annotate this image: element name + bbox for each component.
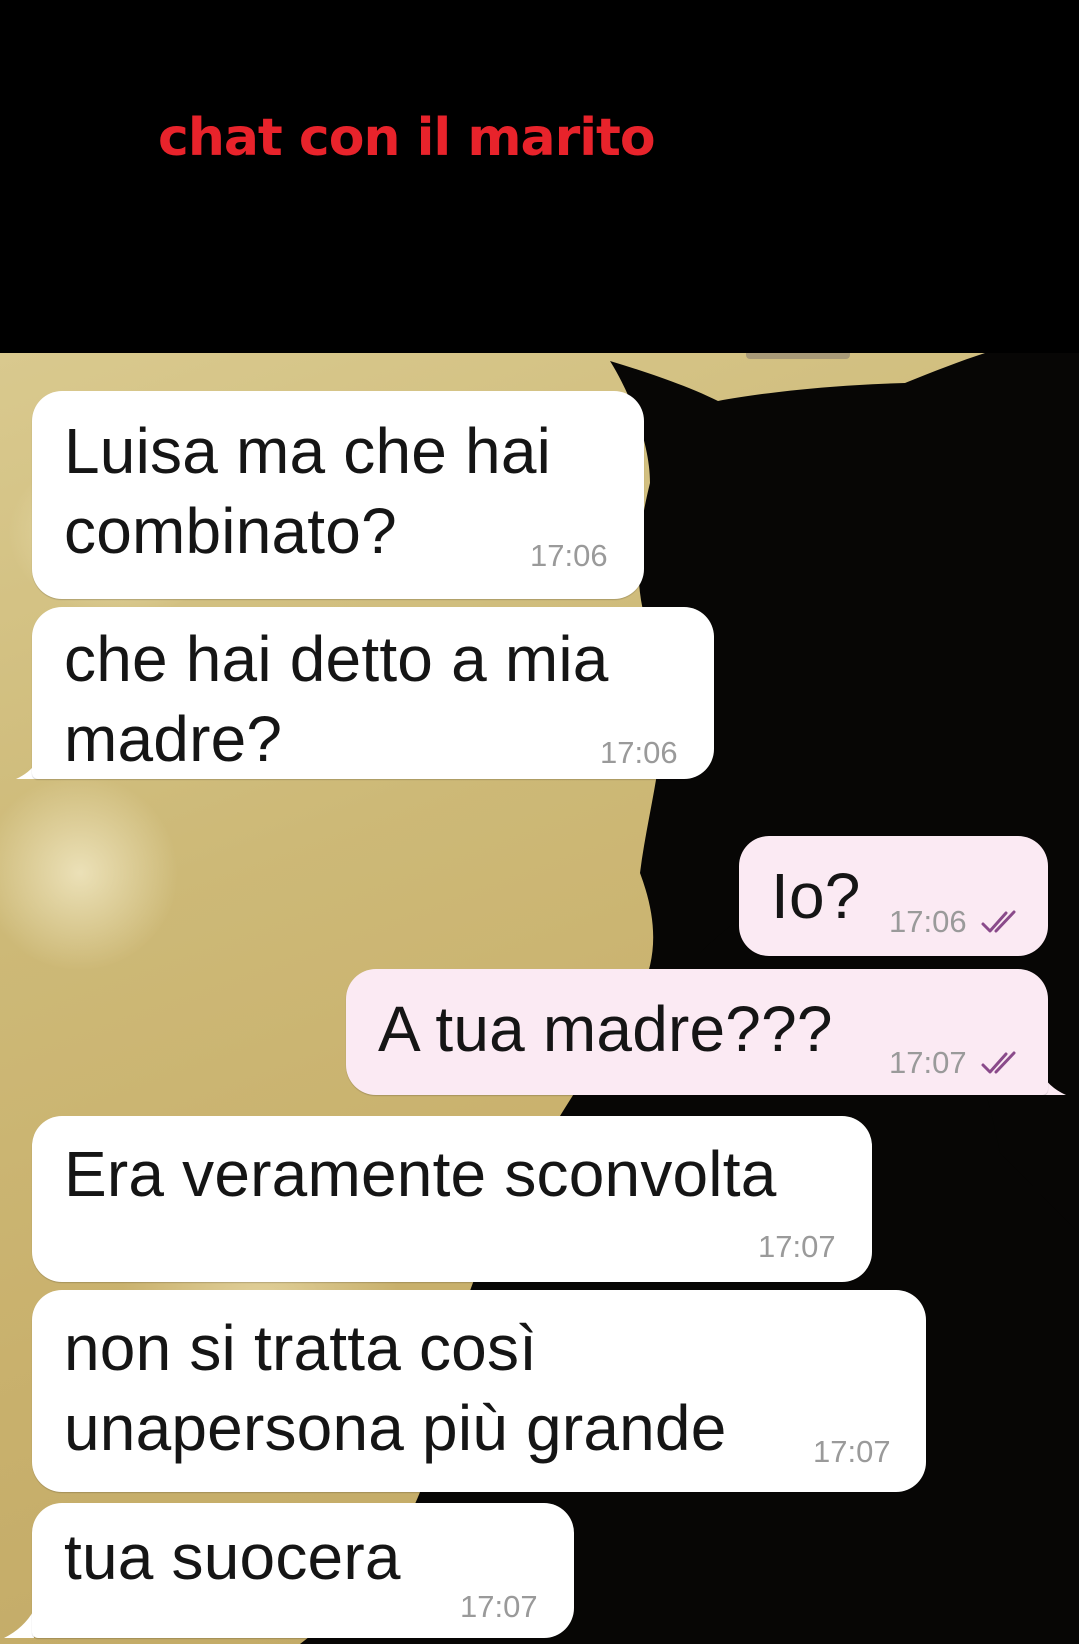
message-bubble-incoming[interactable]: Luisa ma che hai combinato? 17:06 <box>32 391 644 599</box>
message-timestamp: 17:07 <box>460 1589 538 1624</box>
double-check-icon <box>981 910 1016 933</box>
top-bar: chat con il marito <box>0 0 1079 353</box>
message-bubble-outgoing[interactable]: Io? 17:06 <box>739 836 1048 956</box>
chat-title: chat con il marito <box>158 108 656 168</box>
message-bubble-incoming[interactable]: Era veramente sconvolta 17:07 <box>32 1116 872 1282</box>
message-bubble-outgoing[interactable]: A tua madre??? 17:07 <box>346 969 1048 1095</box>
message-timestamp: 17:07 <box>889 1045 967 1080</box>
message-timestamp: 17:07 <box>813 1434 891 1469</box>
message-timestamp: 17:06 <box>889 904 967 939</box>
message-text: tua suocera <box>64 1521 401 1593</box>
message-timestamp: 17:06 <box>600 735 678 770</box>
message-bubble-incoming[interactable]: non si tratta così unapersona più grande… <box>32 1290 926 1492</box>
scroll-handle[interactable] <box>746 353 850 359</box>
message-bubble-incoming[interactable]: tua suocera 17:07 <box>32 1503 574 1638</box>
message-text: A tua madre??? <box>378 993 833 1065</box>
message-text: Io? <box>771 860 861 932</box>
message-timestamp: 17:06 <box>530 538 608 573</box>
message-text: Luisa ma che hai combinato? <box>64 415 552 567</box>
message-bubble-incoming[interactable]: che hai detto a mia madre? 17:06 <box>32 607 714 779</box>
chat-area[interactable]: Luisa ma che hai combinato? 17:06 che ha… <box>0 353 1079 1644</box>
message-text: non si tratta così unapersona più grande <box>64 1312 727 1464</box>
bubble-tail <box>4 1610 34 1638</box>
message-timestamp: 17:07 <box>758 1229 836 1264</box>
message-text: che hai detto a mia madre? <box>64 623 609 775</box>
double-check-icon <box>981 1051 1016 1074</box>
message-text: Era veramente sconvolta <box>64 1138 777 1210</box>
